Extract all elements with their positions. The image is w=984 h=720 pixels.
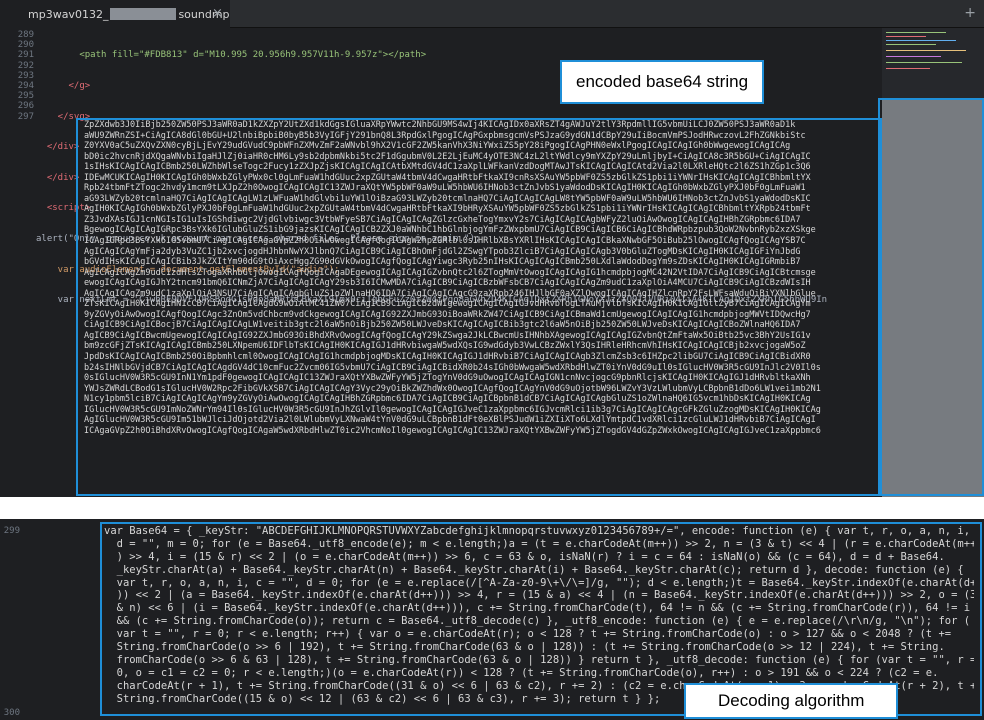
tab-label-prefix: mp3wav0132_ <box>28 8 109 21</box>
tab-file[interactable]: mp3wav0132_soundmp3_.html × <box>0 0 230 28</box>
new-tab-icon[interactable]: + <box>964 5 976 21</box>
close-icon[interactable]: × <box>212 6 223 21</box>
highlight-minimap <box>878 98 984 496</box>
tab-bar: mp3wav0132_soundmp3_.html × + <box>0 0 984 28</box>
line-number: 296 <box>17 101 34 112</box>
line-number: 291 <box>17 50 34 61</box>
callout-encoded-base64: encoded base64 string <box>560 60 765 104</box>
line-number: 293 <box>17 70 34 81</box>
minimap-line <box>886 36 926 37</box>
highlight-encoded-string <box>76 118 882 496</box>
minimap-line <box>886 56 941 57</box>
line-number: 292 <box>17 60 34 71</box>
line-number-gutter: 289 290 291 292 293 294 295 296 297 <box>0 30 34 122</box>
line-number: 300 <box>3 708 20 718</box>
minimap-line <box>886 44 936 45</box>
line-number: 294 <box>17 80 34 91</box>
minimap-line <box>886 50 966 51</box>
minimap-line <box>886 62 962 63</box>
line-number: 299 <box>3 526 20 536</box>
line-number: 295 <box>17 91 34 102</box>
editor-panel-bottom: 299 300 var Base64 = { _keyStr: "ABCDEFG… <box>0 519 984 720</box>
minimap-line <box>886 32 946 33</box>
callout-decoding-algorithm: Decoding algorithm <box>684 683 899 719</box>
editor-panel-top: mp3wav0132_soundmp3_.html × + 289 290 29… <box>0 0 984 497</box>
redacted-name <box>110 8 177 20</box>
line-number-gutter: 299 300 <box>0 526 20 718</box>
line-number: 290 <box>17 40 34 51</box>
minimap-line <box>886 40 956 41</box>
line-number: 297 <box>17 111 34 122</box>
line-number: 289 <box>17 30 34 40</box>
minimap-line <box>886 68 930 69</box>
